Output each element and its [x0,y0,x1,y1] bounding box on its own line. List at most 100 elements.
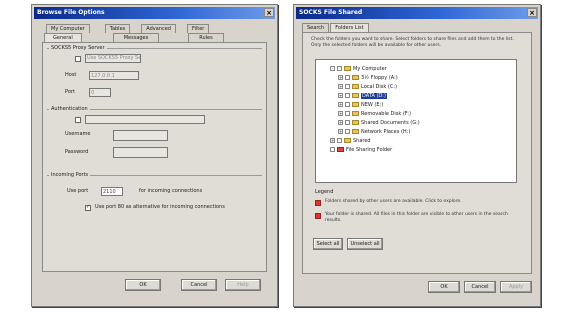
expand-icon[interactable]: + [338,111,343,116]
tree-item-label: Network Places (H:) [361,129,411,135]
tree-item[interactable]: + Network Places (H:) [338,129,410,136]
expand-icon[interactable]: + [338,84,343,89]
options-titlebar: Browse File Options × [34,7,275,19]
tree-checkbox[interactable] [345,102,350,107]
folders-panel: Check the folders you want to share. Sel… [302,32,532,274]
unselect-all-button[interactable]: Unselect all [347,238,383,250]
tree-item[interactable]: +3½ Floppy (A:) [338,75,398,82]
tab-row-bottom: General Messages Rules [44,33,225,42]
shared-titlebar: SOCKS File Shared × [296,7,538,19]
auth-option-bar [85,115,205,124]
tab-row: Search Folders List [302,23,370,32]
expand-icon[interactable]: + [338,129,343,134]
options-dialog: Browse File Options × My Computer Tables… [31,4,278,307]
tab-rules[interactable]: Rules [188,33,224,42]
folder-icon [352,129,359,134]
help-button[interactable]: Help [225,279,261,291]
tree-item[interactable]: + Shared Documents (G:) [338,120,420,127]
close-icon[interactable]: × [264,8,274,17]
tree-item[interactable]: + Removable Disk (F:) [338,111,411,118]
tree-item-label: 3½ Floppy (A:) [361,75,398,81]
shared-title: SOCKS File Shared [299,9,363,16]
folder-tree[interactable]: - My Computer +3½ Floppy (A:) + Local Disk (… [315,59,517,183]
tree-checkbox[interactable] [345,120,350,125]
tree-item-label: Shared Documents (G:) [361,120,420,126]
alt-port-checkbox[interactable]: ✓ [85,204,91,211]
folder-icon [344,138,351,143]
folders-description: Check the folders you want to share. Sel… [311,37,514,48]
folder-icon [344,66,351,71]
use-proxy-label: Use SOCKS5 Proxy Server [85,54,141,63]
host-label: Host [65,72,77,78]
folder-icon [352,93,359,98]
tree-checkbox[interactable] [345,75,350,80]
password-field[interactable] [113,147,168,158]
use-proxy-checkbox[interactable] [75,56,81,62]
tree-item[interactable]: + Local Disk (C:) [338,84,397,91]
auth-checkbox[interactable] [75,117,81,123]
tree-checkbox[interactable] [345,129,350,134]
general-panel: SOCKS5 Proxy Server Use SOCKS5 Proxy Ser… [42,42,267,272]
tab-filter[interactable]: Filter [186,24,210,33]
use-port-label: Use port [67,188,89,194]
ok-button[interactable]: OK [125,279,161,291]
auth-group-title: Authentication [49,106,90,112]
alt-port-label: Use port 80 as alternative for incoming … [95,204,225,210]
expand-icon[interactable]: + [338,120,343,125]
tab-search[interactable]: Search [302,23,330,32]
folder-icon [337,147,344,152]
folder-icon [352,120,359,125]
tab-folders-list[interactable]: Folders List [330,23,369,32]
legend-item-2: Your folder is shared. All files in this… [325,212,508,223]
tab-general[interactable]: General [44,33,82,42]
expand-icon[interactable]: + [338,102,343,107]
tree-item[interactable]: File Sharing Folder [330,147,392,154]
tab-my-computer[interactable]: My Computer [46,24,90,33]
expand-icon[interactable]: + [330,138,335,143]
username-label: Username [65,131,91,137]
use-port-field[interactable]: 2110 [101,187,123,196]
tab-advanced[interactable]: Advanced [141,24,176,33]
tree-checkbox[interactable] [330,147,335,152]
tree-checkbox[interactable] [345,111,350,116]
tree-item-label: Removable Disk (F:) [361,111,411,117]
password-label: Password [65,149,89,155]
collapse-icon[interactable]: - [330,66,335,71]
folder-icon [352,84,359,89]
incoming-group-title: Incoming Ports [49,172,91,178]
socks-group-title: SOCKS5 Proxy Server [49,45,107,51]
tab-tables[interactable]: Tables [104,24,131,33]
tree-item[interactable]: + DATA (D:) [338,93,387,100]
tab-row-top: My Computer Tables Advanced Filter [46,24,210,33]
expand-icon[interactable]: + [338,75,343,80]
tree-item-label: DATA (D:) [361,93,387,99]
apply-button[interactable]: Apply [500,281,532,293]
tree-item-label: Local Disk (C:) [361,84,397,90]
port-field[interactable]: 0 [89,88,111,97]
expand-icon[interactable]: + [338,93,343,98]
select-all-button[interactable]: Select all [313,238,343,250]
options-title: Browse File Options [37,9,105,16]
cancel-button[interactable]: Cancel [181,279,217,291]
red-folder-icon [315,200,321,206]
folder-icon [352,75,359,80]
red-folder-icon [315,213,321,219]
tree-item[interactable]: + Shared [330,138,371,145]
use-port-desc: for incoming connections [139,188,203,194]
tree-item-label: NEW (E:) [361,102,384,108]
cancel-button[interactable]: Cancel [464,281,496,293]
host-field[interactable]: 127.0.0.1 [89,71,139,80]
tree-checkbox[interactable] [337,66,342,71]
tree-item-label: Shared [353,138,371,144]
username-field[interactable] [113,130,168,141]
tree-item[interactable]: - My Computer [330,66,387,73]
tree-checkbox[interactable] [345,93,350,98]
close-icon[interactable]: × [527,8,537,17]
folder-icon [352,102,359,107]
tree-item[interactable]: + NEW (E:) [338,102,383,109]
shared-folders-dialog: SOCKS File Shared × Search Folders List … [293,4,541,307]
tree-checkbox[interactable] [345,84,350,89]
tree-checkbox[interactable] [337,138,342,143]
ok-button[interactable]: OK [428,281,460,293]
tab-messages[interactable]: Messages [112,33,160,42]
